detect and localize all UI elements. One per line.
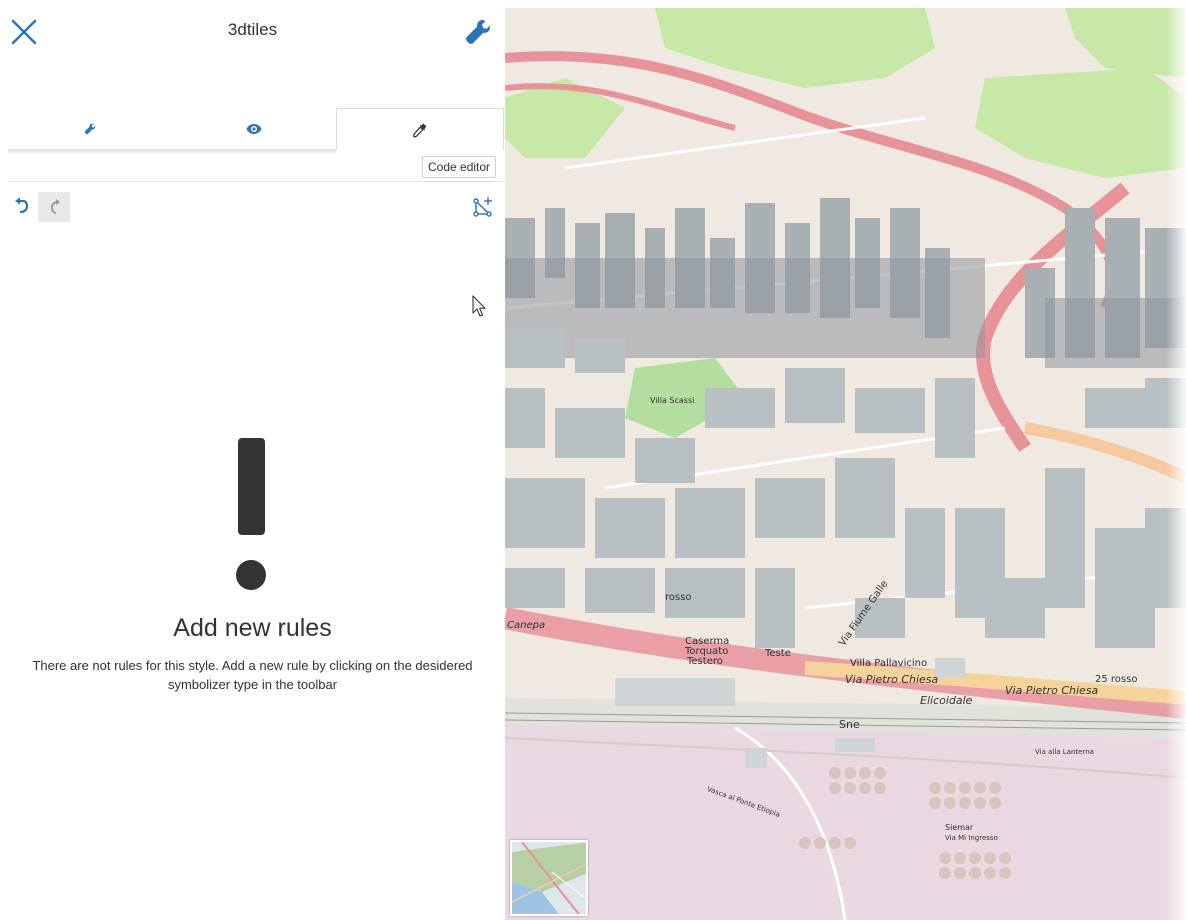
exclamation-icon	[238, 438, 265, 535]
map-edge-fade	[1166, 8, 1186, 920]
map-label: Via alla Lanterna	[1035, 748, 1094, 756]
exclamation-dot-icon	[236, 560, 266, 590]
map-label: Via Mi Ingresso	[945, 834, 998, 842]
map-label: Via Pietro Chiesa	[845, 673, 939, 686]
add-rule-button[interactable]	[470, 194, 496, 220]
map-label: Canepa	[507, 620, 546, 631]
undo-button[interactable]	[10, 194, 36, 220]
map-label: Villa Scassi	[650, 396, 695, 405]
undo-icon	[15, 197, 29, 214]
minimap-thumbnail[interactable]	[510, 840, 588, 916]
code-editor-tooltip: Code editor	[422, 156, 497, 178]
tab-visual-editor[interactable]	[172, 108, 336, 150]
empty-state-description: There are not rules for this style. Add …	[32, 658, 473, 692]
tab-general[interactable]	[8, 108, 172, 150]
map-3d-view[interactable]: Canepa Caserma Torquato Testero Teste Vi…	[505, 8, 1186, 920]
empty-state-title: Add new rules	[173, 614, 332, 642]
redo-icon	[50, 199, 60, 214]
tab-shadow	[8, 150, 336, 154]
map-label: Via Pietro Chiesa	[1005, 684, 1099, 697]
map-label: rosso	[665, 592, 692, 603]
rules-toolbar	[8, 192, 498, 224]
style-editor-panel: 3dtiles Code editor Add new rules There …	[0, 0, 505, 920]
map-label: Elicoidale	[920, 694, 973, 707]
map-label: Teste	[765, 648, 791, 659]
panel-header: 3dtiles	[0, 0, 505, 64]
settings-button[interactable]	[462, 16, 494, 48]
add-symbolizer-icon	[473, 197, 492, 217]
wrench-icon	[466, 20, 490, 44]
eyedropper-icon	[412, 123, 427, 137]
map-label: 25 rosso	[1095, 674, 1138, 685]
map-canvas[interactable]	[505, 8, 1186, 920]
map-label: Villa Pallavicino	[850, 658, 928, 669]
map-label: Sne	[839, 718, 860, 731]
tab-code-editor[interactable]	[336, 108, 504, 150]
panel-title: 3dtiles	[227, 20, 278, 39]
eye-icon	[246, 124, 262, 134]
redo-button[interactable]	[38, 192, 70, 222]
toolbar-divider	[8, 181, 505, 182]
mouse-cursor-icon	[472, 295, 486, 317]
map-label: Testero	[687, 656, 723, 667]
map-label: Siemar	[945, 823, 974, 832]
minimap-icon	[512, 842, 586, 914]
style-tabs	[8, 108, 504, 150]
wrench-icon	[84, 123, 96, 135]
